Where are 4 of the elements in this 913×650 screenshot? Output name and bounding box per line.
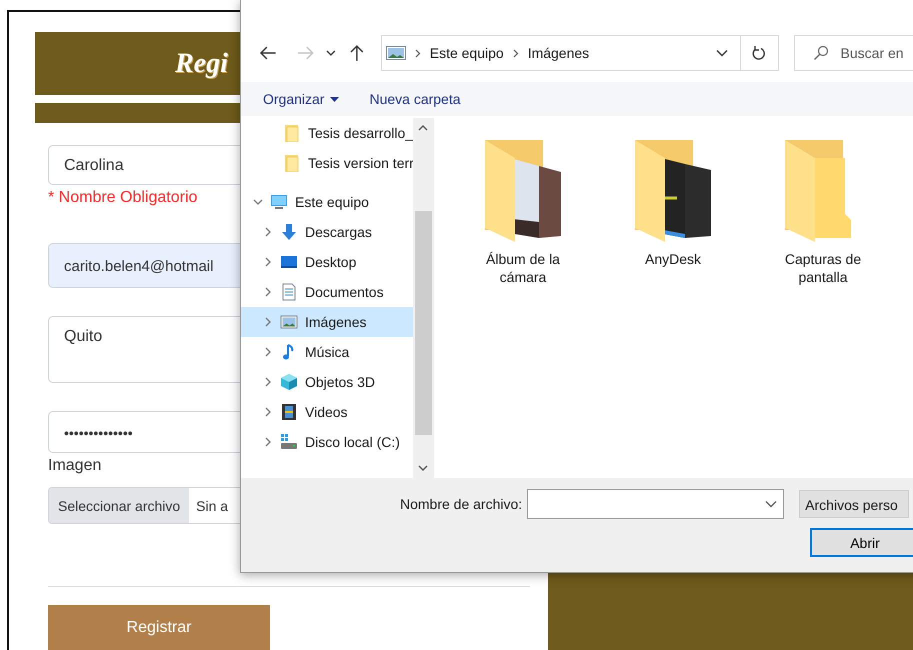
field-label: Nombre de archivo: [400, 496, 522, 512]
field-label: Imagen [48, 457, 102, 475]
page-title: Regi [175, 48, 228, 80]
error-message: * Nombre Obligatorio [48, 189, 198, 207]
